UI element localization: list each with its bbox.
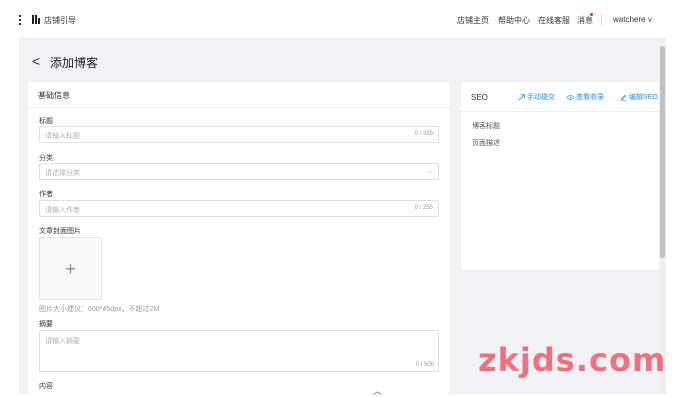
category-select[interactable]: 请选择分类 ⌵ (39, 163, 439, 180)
seo-card: SEO 手动提交 查看收录 编辑SEO 博客标题 页面描述 (461, 82, 660, 270)
card-title: 基础信息 (38, 91, 70, 100)
shop-guide-link[interactable]: 店铺引导 (44, 15, 76, 26)
scrollbar-thumb[interactable] (660, 46, 665, 258)
user-menu[interactable]: watchere (613, 15, 645, 24)
edit-icon (620, 94, 627, 101)
page-title: 添加博客 (50, 56, 99, 70)
author-char-count: 0 / 255 (414, 205, 433, 211)
summary-char-count: 0 / 500 (415, 362, 434, 368)
view-index-label: 查看收录 (576, 94, 604, 101)
menu-dots-icon[interactable] (19, 15, 22, 25)
send-icon (518, 93, 525, 101)
nav-online-service[interactable]: 在线客服 (538, 15, 570, 26)
top-bar: 店铺引导 店铺主页 帮助中心 在线客服 消息 watchere ∨ (0, 0, 680, 38)
category-label: 分类 (39, 155, 53, 162)
title-char-count: 0 / 255 (414, 131, 433, 137)
category-placeholder: 请选择分类 (45, 170, 80, 177)
title-input[interactable]: 请输入标题 0 / 255 (39, 126, 439, 143)
title-label: 标题 (39, 118, 53, 125)
content-label: 内容 (39, 383, 53, 389)
nav-messages[interactable]: 消息 (577, 15, 593, 26)
chevron-down-icon: ⌵ (426, 166, 433, 175)
summary-placeholder: 请输入摘要 (45, 338, 80, 345)
message-badge-dot (590, 13, 593, 16)
seo-title: SEO (471, 93, 488, 102)
author-input[interactable]: 请输入作者 0 / 255 (39, 200, 439, 217)
manual-submit-button[interactable]: 手动提交 (518, 92, 555, 102)
cover-image-label: 文章封面图片 (39, 228, 81, 235)
plus-icon: + (65, 259, 76, 279)
nav-shop-home[interactable]: 店铺主页 (457, 15, 489, 26)
back-arrow-icon[interactable]: < (32, 54, 40, 68)
manual-submit-label: 手动提交 (527, 94, 555, 101)
summary-label: 摘要 (39, 321, 53, 328)
eye-icon (567, 94, 574, 100)
divider (601, 14, 602, 26)
shop-icon (32, 15, 41, 24)
title-placeholder: 请输入标题 (45, 133, 80, 140)
caret-up-icon[interactable]: ︿ (373, 384, 382, 397)
edit-seo-label: 编辑SEO (629, 94, 658, 101)
blog-title-label: 博客标题 (472, 123, 500, 130)
view-index-button[interactable]: 查看收录 (567, 92, 604, 102)
author-placeholder: 请输入作者 (45, 207, 80, 214)
cover-size-hint: 图片大小建议：600*450px，不超过2M (39, 306, 160, 313)
watermark-text: zkjds.com (478, 341, 667, 379)
cover-image-upload[interactable]: + (39, 237, 102, 300)
edit-seo-button[interactable]: 编辑SEO (620, 92, 658, 102)
summary-textarea[interactable]: 请输入摘要 0 / 500 (39, 330, 439, 372)
seo-card-header: SEO 手动提交 查看收录 编辑SEO (461, 82, 660, 112)
chevron-down-icon[interactable]: ∨ (647, 15, 653, 24)
page-description-label: 页面描述 (472, 140, 500, 147)
card-header: 基础信息 (28, 82, 450, 108)
author-label: 作者 (39, 191, 53, 198)
nav-help-center[interactable]: 帮助中心 (498, 15, 530, 26)
